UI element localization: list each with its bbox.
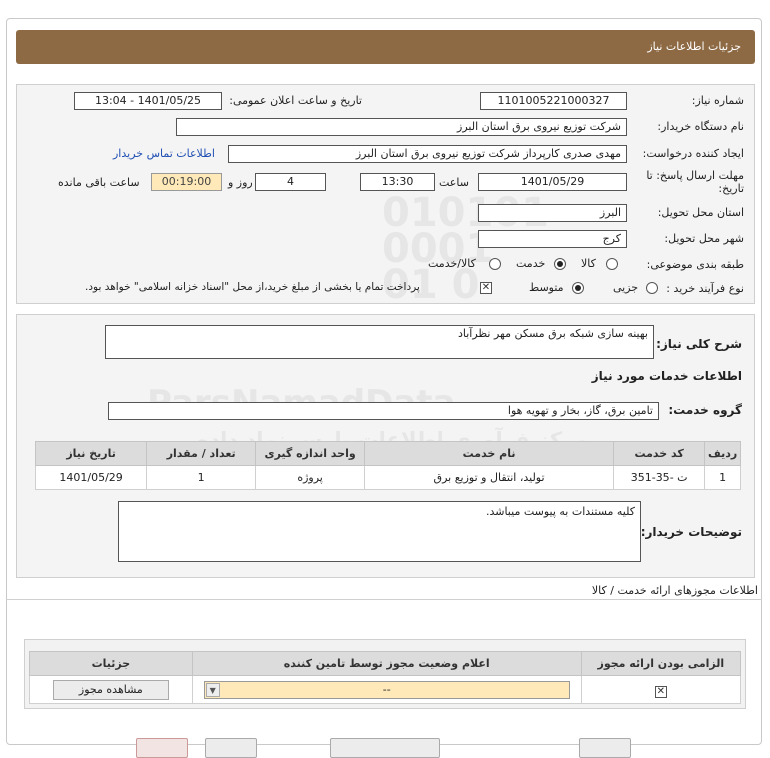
city-field: کرج [478, 230, 627, 248]
cell-service-name: تولید، انتقال و توزیع برق [364, 465, 615, 490]
need-number-field: 1101005221000327 [480, 92, 627, 110]
process-radio-medium[interactable] [572, 282, 584, 294]
chevron-down-icon[interactable]: ▼ [205, 682, 220, 697]
service-group-field: تامین برق، گاز، بخار و تهویه هوا [108, 402, 659, 420]
bottom-action-button-3[interactable] [330, 738, 440, 758]
bottom-action-button-2[interactable] [205, 738, 257, 758]
category-radio-service[interactable] [554, 258, 566, 270]
category-option-goods-service: کالا/خدمت [428, 257, 476, 270]
permits-heading: اطلاعات مجوزهای ارائه خدمت / کالا [591, 584, 758, 597]
col-permit-details: جزئیات [29, 651, 193, 676]
cell-service-code: ت -35-351 [613, 465, 706, 490]
treasury-checkbox[interactable]: ✕ [480, 282, 492, 294]
need-info-panel: 010101 0001 01 0 شماره نیاز: 1101005221000… [16, 84, 755, 305]
process-radio-minor[interactable] [646, 282, 658, 294]
cell-row: 1 [704, 465, 741, 490]
process-type-label: نوع فرآیند خرید : [666, 282, 744, 295]
col-quantity: تعداد / مقدار [146, 441, 257, 466]
province-label: استان محل تحویل: [657, 206, 744, 219]
view-permit-button[interactable]: مشاهده مجوز [52, 679, 169, 700]
col-service-name: نام خدمت [364, 441, 615, 466]
deadline-label: مهلت ارسال پاسخ: تا [646, 169, 744, 182]
deadline-time-field: 13:30 [360, 173, 435, 191]
col-permit-status: اعلام وضعیت مجوز توسط تامین کننده [191, 651, 582, 676]
treasury-note: پرداخت تمام یا بخشی از مبلغ خرید،از محل … [85, 281, 420, 293]
days-remaining-field: 4 [255, 173, 326, 191]
deadline-date-label: تاریخ: [718, 182, 744, 195]
days-label: روز و [228, 176, 253, 189]
table-row: ✕ -- ▼ مشاهده مجوز [29, 675, 742, 704]
cell-permit-required: ✕ [580, 675, 742, 704]
permit-status-value: -- [382, 682, 391, 696]
remaining-time-field: 00:19:00 [151, 173, 222, 191]
permits-table: الزامی بودن ارائه مجوز اعلام وضعیت مجوز … [29, 651, 742, 704]
announce-datetime-label: تاریخ و ساعت اعلان عمومی: [229, 94, 362, 107]
cell-need-date: 1401/05/29 [34, 465, 148, 490]
services-table-header: ردیف کد خدمت نام خدمت واحد اندازه گیری ت… [34, 441, 741, 466]
permits-table-header: الزامی بودن ارائه مجوز اعلام وضعیت مجوز … [29, 651, 742, 676]
col-row: ردیف [704, 441, 741, 466]
cell-unit: پروژه [255, 465, 366, 490]
bottom-action-button-1[interactable] [136, 738, 188, 758]
col-permit-required: الزامی بودن ارائه مجوز [580, 651, 742, 676]
deadline-date-field: 1401/05/29 [478, 173, 627, 191]
province-field: البرز [478, 204, 627, 222]
col-unit: واحد اندازه گیری [255, 441, 366, 466]
category-label: طبقه بندی موضوعی: [646, 258, 744, 271]
category-radio-goods[interactable] [606, 258, 618, 270]
buyer-org-label: نام دستگاه خریدار: [657, 120, 744, 133]
permits-panel: الزامی بودن ارائه مجوز اعلام وضعیت مجوز … [24, 639, 746, 709]
remaining-time-label: ساعت باقی مانده [58, 176, 140, 189]
category-radio-goods-service[interactable] [489, 258, 501, 270]
category-option-goods: کالا [581, 257, 596, 270]
cell-quantity: 1 [146, 465, 257, 490]
deadline-time-label: ساعت [439, 176, 469, 189]
need-summary-panel: ParsNamadData مرکز فرآوری اطلاعات پارس ن… [16, 314, 755, 578]
services-heading: اطلاعات خدمات مورد نیاز [591, 369, 742, 383]
buyer-notes-field: کلیه مستندات به پیوست میباشد. [118, 501, 641, 562]
cell-permit-details: مشاهده مجوز [29, 675, 193, 704]
services-table: ردیف کد خدمت نام خدمت واحد اندازه گیری ت… [34, 441, 741, 490]
buyer-contact-link[interactable]: اطلاعات تماس خریدار [113, 147, 215, 160]
permit-status-select[interactable]: -- ▼ [203, 680, 570, 699]
announce-datetime-field: 1401/05/25 - 13:04 [74, 92, 222, 110]
table-row: 1 ت -35-351 تولید، انتقال و توزیع برق پر… [34, 465, 741, 490]
category-option-service: خدمت [516, 257, 546, 270]
requester-field: مهدی صدری کارپرداز شرکت توزیع نیروی برق … [228, 145, 627, 163]
service-group-label: گروه خدمت: [668, 403, 742, 417]
process-option-medium: متوسط [529, 281, 564, 294]
permits-divider [6, 599, 762, 600]
requester-label: ایجاد کننده درخواست: [642, 147, 744, 160]
need-number-label: شماره نیاز: [691, 94, 744, 107]
page-title: جزئیات اطلاعات نیاز [16, 30, 755, 64]
col-service-code: کد خدمت [613, 441, 706, 466]
bottom-action-button-4[interactable] [579, 738, 631, 758]
col-need-date: تاریخ نیاز [34, 441, 148, 466]
permit-required-checkbox[interactable]: ✕ [654, 685, 667, 698]
need-description-field: بهینه سازی شبکه برق مسکن مهر نظرآباد [105, 325, 654, 359]
buyer-org-field: شرکت توزیع نیروی برق استان البرز [176, 118, 627, 136]
buyer-notes-label: توضیحات خریدار: [640, 525, 742, 539]
process-option-minor: جزیی [613, 281, 639, 294]
cell-permit-status: -- ▼ [191, 675, 582, 704]
need-description-label: شرح کلی نیاز: [656, 337, 742, 351]
city-label: شهر محل تحویل: [664, 232, 744, 245]
